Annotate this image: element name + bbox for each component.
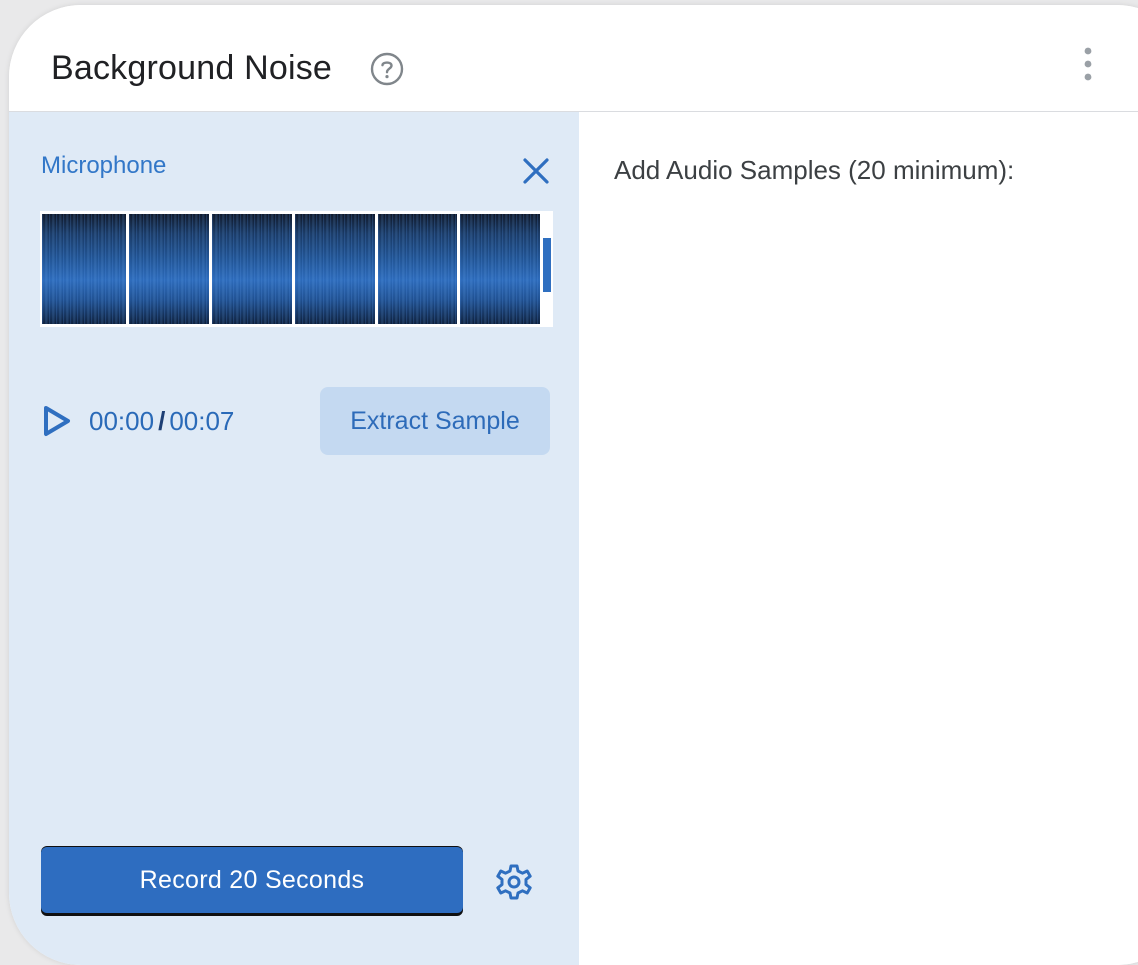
- gear-icon[interactable]: [495, 863, 533, 901]
- playback-time: 00:00/00:07: [89, 406, 234, 437]
- page-title: Background Noise: [51, 49, 333, 87]
- spectrogram-segment: [42, 214, 126, 324]
- time-separator: /: [158, 406, 166, 436]
- play-icon[interactable]: [42, 405, 72, 437]
- source-label: Microphone: [41, 152, 167, 179]
- card-header: Background Noise: [9, 5, 1138, 112]
- extract-sample-button[interactable]: Extract Sample: [320, 387, 550, 455]
- samples-label: Add Audio Samples (20 minimum):: [614, 155, 1015, 185]
- spectrogram-segment: [129, 214, 209, 324]
- spectrogram-segment: [212, 214, 292, 324]
- record-button[interactable]: Record 20 Seconds: [41, 847, 463, 913]
- recorder-panel: Microphone 00:00/00:07 Extract Sample Re…: [9, 112, 579, 965]
- more-vert-icon[interactable]: [1080, 45, 1096, 85]
- background-noise-card: Background Noise Microphone 00:00 / 00:0…: [9, 5, 1138, 965]
- duration: 00:07: [169, 406, 235, 436]
- samples-panel: Add Audio Samples (20 minimum):: [579, 112, 1138, 965]
- close-icon[interactable]: [521, 156, 551, 186]
- spectrogram[interactable]: [40, 211, 553, 327]
- current-time: 00:00: [89, 406, 155, 436]
- spectrogram-segment: [378, 214, 457, 324]
- spectrogram-segment: [460, 214, 540, 324]
- help-circle-icon[interactable]: [369, 51, 405, 87]
- spectrogram-handle[interactable]: [543, 238, 551, 292]
- spectrogram-segment: [295, 214, 375, 324]
